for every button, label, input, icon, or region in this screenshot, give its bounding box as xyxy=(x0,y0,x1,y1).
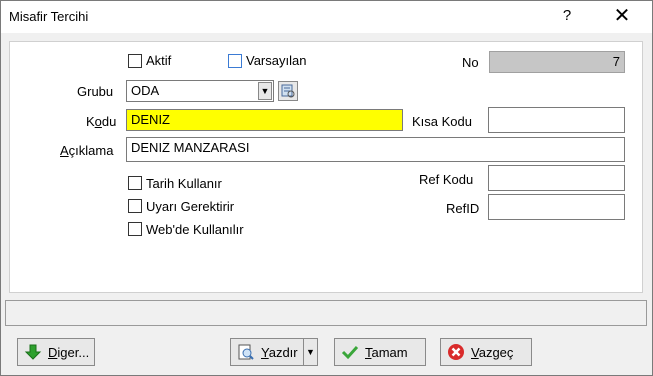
varsayilan-label: Varsayılan xyxy=(246,53,307,68)
webde-kullanilir-checkbox[interactable] xyxy=(128,222,142,236)
webde-kullanilir-label: Web'de Kullanılır xyxy=(146,222,244,237)
kodu-label: Kodu xyxy=(86,114,117,129)
kisa-kodu-label: Kısa Kodu xyxy=(412,114,472,129)
grubu-value: ODA xyxy=(131,83,160,98)
no-label: No xyxy=(462,55,479,70)
tarih-kullanir-checkbox[interactable] xyxy=(128,176,142,190)
title-bar: Misafir Tercihi ? ✕ xyxy=(1,1,652,33)
uyari-gerektirir-checkbox[interactable] xyxy=(128,199,142,213)
diger-label: Diger... xyxy=(48,344,90,360)
ref-kodu-input[interactable] xyxy=(488,165,625,191)
ref-id-input[interactable] xyxy=(488,194,625,220)
chevron-down-icon[interactable]: ▼ xyxy=(258,82,272,100)
help-button[interactable]: ? xyxy=(556,7,578,27)
aktif-label: Aktif xyxy=(146,53,172,68)
cancel-icon xyxy=(447,343,465,361)
ref-kodu-label: Ref Kodu xyxy=(419,172,474,187)
aciklama-input[interactable]: DENIZ MANZARASI xyxy=(126,137,625,162)
tamam-label: Tamam xyxy=(365,344,408,360)
kisa-kodu-input[interactable] xyxy=(488,107,625,133)
close-button[interactable]: ✕ xyxy=(611,5,633,27)
lookup-icon xyxy=(281,84,295,98)
tarih-kullanir-label: Tarih Kullanır xyxy=(146,176,222,191)
window-title: Misafir Tercihi xyxy=(9,9,89,24)
arrow-down-icon xyxy=(24,343,42,361)
yazdir-label: Yazdır xyxy=(261,344,298,360)
print-preview-icon xyxy=(237,343,255,361)
diger-button[interactable]: Diger... xyxy=(17,338,95,366)
aktif-checkbox[interactable] xyxy=(128,54,142,68)
vazgec-button[interactable]: Vazgeç xyxy=(440,338,532,366)
aciklama-label: Açıklama xyxy=(60,143,114,158)
ref-id-label: RefID xyxy=(446,201,480,216)
varsayilan-checkbox[interactable] xyxy=(228,54,242,68)
grubu-select[interactable]: ODA xyxy=(126,80,274,102)
yazdir-dropdown[interactable]: ▼ xyxy=(303,338,318,366)
grubu-label: Grubu xyxy=(77,84,114,99)
kodu-input[interactable]: DENIZ xyxy=(126,109,403,131)
no-field: 7 xyxy=(489,51,625,73)
vazgec-label: Vazgeç xyxy=(471,344,514,360)
tamam-button[interactable]: Tamam xyxy=(334,338,426,366)
lookup-button[interactable] xyxy=(278,81,298,101)
check-icon xyxy=(341,343,359,361)
uyari-gerektirir-label: Uyarı Gerektirir xyxy=(146,199,235,214)
form-panel: Aktif Varsayılan No 7 Grubu ODA ▼ Kodu D… xyxy=(9,41,643,293)
dialog-window: Misafir Tercihi ? ✕ Aktif Varsayılan No … xyxy=(0,0,653,376)
chevron-down-icon: ▼ xyxy=(306,347,315,357)
status-bar xyxy=(5,300,647,326)
